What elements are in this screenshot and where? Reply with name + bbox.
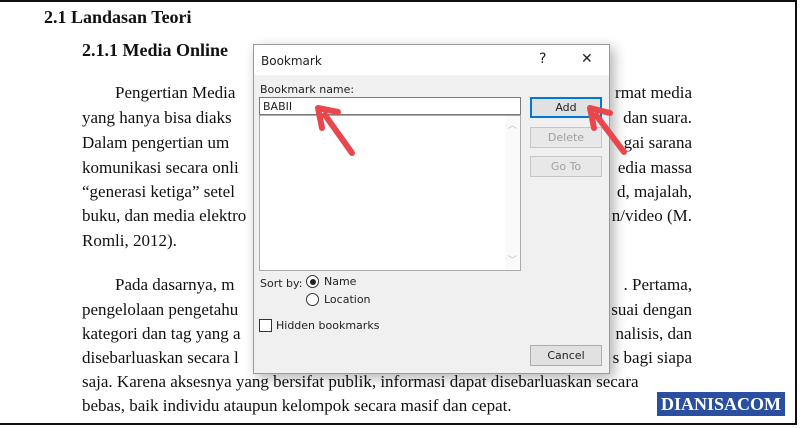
arrow-to-add-icon — [587, 105, 627, 155]
annotation-arrows — [315, 105, 627, 156]
arrow-to-name-icon — [315, 105, 355, 156]
